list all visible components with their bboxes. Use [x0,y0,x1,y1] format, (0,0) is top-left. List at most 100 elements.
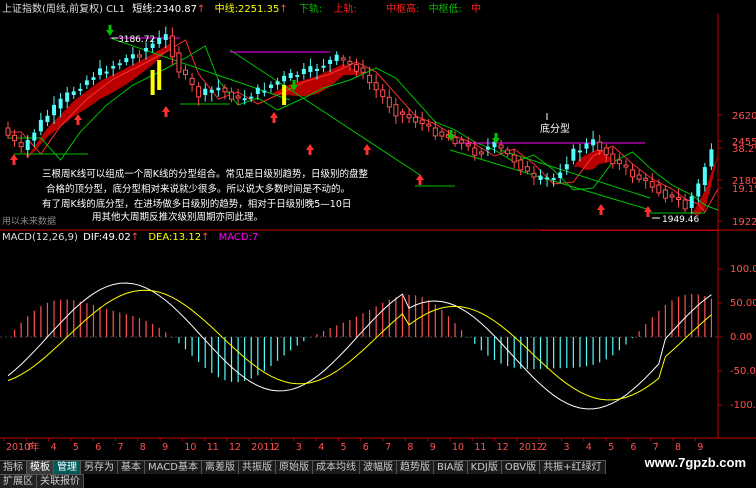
chart-window: 2620245538.2%218019.1%1922100.0050.000.0… [0,0,756,487]
time-axis-label-15: 5 [341,442,347,453]
tab-14[interactable]: OBV版 [501,460,541,474]
candle-body-down [268,84,273,88]
candle-body-up [623,164,629,168]
buy-arrow-icon-5 [306,144,314,150]
buy-arrow-icon-4 [270,112,278,118]
time-axis-label-7: 9 [162,442,168,453]
candle-body-up [196,86,202,98]
tab-7[interactable]: 共振版 [238,460,276,474]
bottom-tab-0[interactable]: 扩展区 [0,474,37,488]
time-axis-label-2: 4 [51,442,57,453]
candle-body-up [347,60,353,65]
tab-8[interactable]: 原始版 [275,460,313,474]
buy-arrow-icon-6-stem [365,150,369,155]
upper-rail-label: 上轨: [333,4,357,15]
candle-body-up [432,127,438,137]
candle-body-down [91,77,96,80]
time-axis-label-3: 5 [73,442,79,453]
buy-arrow-icon-8-stem [599,210,603,215]
candle-body-down [321,65,326,68]
price-axis-label-0: 2620 [732,111,756,122]
trend-line-3 [449,149,651,211]
tab-0[interactable]: 指标 [0,460,27,474]
candle-body-up [511,154,517,163]
highlight-candle-0 [150,70,155,95]
tab-3[interactable]: 另存为 [81,460,118,474]
candle-body-up [353,64,359,72]
candle-body-up [518,159,524,171]
candle-body-up [169,35,175,58]
dea-value: 13.12 [172,232,202,243]
time-axis-label-10: 12 [229,442,241,453]
candle-body-down [242,98,247,101]
time-axis-label-0: 2010年 [6,441,40,453]
candle-body-down [163,34,168,40]
annotation-line-1: 三根周K线可以组成一个周K线的分型组合。常见是日级别趋势，日级别的盘整 [42,169,368,180]
candle-body-up [531,172,537,178]
candle-body-down [709,149,714,167]
pivot-high-label: 中枢高: [386,4,420,15]
high-price-label: 3186.72 [118,35,155,45]
index-title: 上证指数(周线,前复权) CL1 [2,4,126,15]
candle-body-up [380,89,386,98]
candle-body-up [636,174,642,180]
time-axis-label-30: 8 [675,442,681,453]
annotation-line-2: 合格的顶分型，底分型相对来说就少很多。所以说大多数时间是不动的。 [46,184,351,195]
macd-title[interactable]: MACD(12,26,9) [2,232,78,243]
highlight-candle-1 [157,60,162,90]
price-macd-chart[interactable]: 2620245538.2%218019.1%1922100.0050.000.0… [0,0,756,460]
buy-arrow-icon-6 [363,144,371,150]
candle-body-down [328,59,333,64]
sell-arrow-icon-2-stem [292,80,296,85]
buy-arrow-icon-3-stem [164,112,168,117]
candle-body-up [399,111,405,115]
tab-4[interactable]: 基本 [118,460,145,474]
time-axis-label-12: 2 [274,442,280,453]
sell-arrow-icon-1 [106,30,114,36]
candle-body-down [545,177,550,180]
tab-5[interactable]: MACD基本 [145,460,202,474]
time-axis-label-5: 7 [118,442,124,453]
pivot-mid-label: 中 [471,4,482,15]
bottom-tab-1[interactable]: 关联报价 [37,474,84,488]
mid-line-value: 2251.35 [237,4,280,15]
candle-body-down [157,37,162,44]
candle-body-up [603,147,609,156]
tab-12[interactable]: BIA版 [433,460,468,474]
time-axis-label-14: 4 [318,442,324,453]
candle-body-down [249,96,254,99]
candle-body-down [308,66,313,72]
candle-body-up [12,134,18,142]
candle-body-down [111,66,116,69]
candle-body-down [702,167,707,185]
candle-body-down [65,92,70,102]
tab-11[interactable]: 趋势版 [396,460,434,474]
candle-body-down [58,98,63,109]
candle-body-up [472,147,478,156]
time-axis-label-31: 9 [697,442,703,453]
candle-body-down [577,150,582,153]
highlight-candle-2 [282,85,287,105]
tab-1[interactable]: 模板 [27,460,54,474]
candle-body-down [689,196,694,208]
dif-value: 49.02 [102,232,131,243]
candle-body-down [262,90,267,93]
time-axis-label-1: F [28,442,33,453]
candle-body-down [591,139,596,146]
tab-9[interactable]: 成本均线 [312,460,360,474]
tab-13[interactable]: KDJ版 [467,460,502,474]
mid-arrow-icon: ↑ [279,4,288,15]
time-axis-label-25: 3 [564,442,570,453]
time-axis-label-16: 6 [363,442,369,453]
time-axis-label-17: 7 [385,442,391,453]
annotation-line-4: 用其他大周期反推次级别周期亦同此理。 [92,212,264,223]
buy-arrow-icon-8 [597,204,605,210]
tab-2[interactable]: 管理 [54,460,81,474]
tab-6[interactable]: 离差版 [201,460,239,474]
buy-arrow-icon-2-stem [76,120,80,125]
candle-body-down [144,47,149,52]
time-axis-label-28: 6 [630,442,636,453]
tab-10[interactable]: 波幅版 [359,460,397,474]
candle-body-up [498,144,504,149]
tab-15[interactable]: 共振+红绿灯 [540,460,606,474]
